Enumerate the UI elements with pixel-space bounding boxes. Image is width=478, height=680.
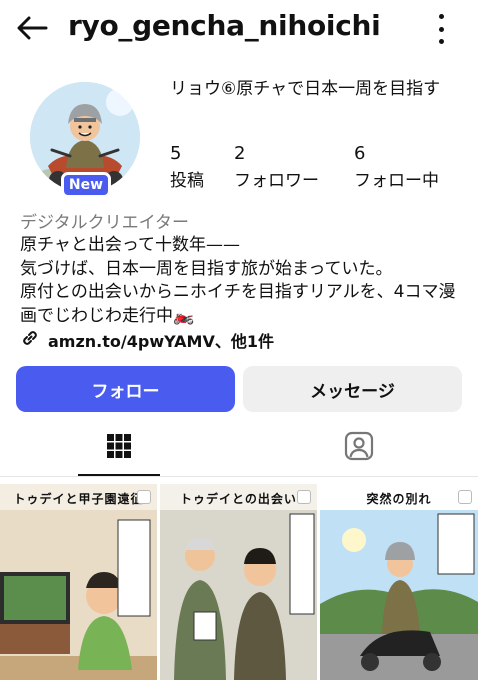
post-1-illustration <box>0 484 157 680</box>
stat-posts[interactable]: 5 投稿 <box>170 143 204 193</box>
stat-following-count: 6 <box>354 143 366 164</box>
grid-icon <box>106 433 132 463</box>
post-3-multi-icon <box>458 490 472 504</box>
tab-tagged[interactable] <box>318 420 400 476</box>
stat-posts-label: 投稿 <box>170 171 204 191</box>
profile-tabs <box>0 420 478 476</box>
post-1-title: トゥデイと甲子園遠征 <box>13 492 144 506</box>
post-3-title: 突然の別れ <box>366 492 432 506</box>
stat-following-label: フォロー中 <box>354 171 439 191</box>
profile-stats: 5 投稿 2 フォロワー 6 フォロー中 <box>170 143 470 195</box>
profile-link[interactable]: amzn.to/4pwYAMV、他1件 <box>20 328 274 352</box>
display-name: リョウ⑥原チャで日本一周を目指す <box>170 79 441 99</box>
stat-followers-count: 2 <box>234 143 246 164</box>
profile-username: ryo_gencha_nihoichi <box>68 9 381 42</box>
post-thumbnail-2[interactable]: トゥデイとの出会い <box>160 484 317 680</box>
post-2-title: トゥデイとの出会い <box>180 492 297 506</box>
more-options-icon[interactable] <box>436 14 446 44</box>
tabs-divider <box>0 476 478 477</box>
profile-bio: 原チャと出会って十数年—— 気づけば、日本一周を目指す旅が始まっていた。 原付と… <box>20 235 456 326</box>
stat-following[interactable]: 6 フォロー中 <box>354 143 439 193</box>
profile-link-text: amzn.to/4pwYAMV、他1件 <box>48 332 274 351</box>
new-badge: New <box>61 172 111 198</box>
post-3-illustration <box>320 484 478 680</box>
back-arrow-icon[interactable] <box>12 10 52 46</box>
post-thumbnail-3[interactable]: 突然の別れ <box>320 484 478 680</box>
stat-followers[interactable]: 2 フォロワー <box>234 143 319 193</box>
posts-grid: トゥデイと甲子園遠征 トゥデイとの出会い 突然の別れ <box>0 484 478 680</box>
profile-avatar[interactable]: New <box>30 82 140 198</box>
link-icon <box>20 328 40 352</box>
post-2-multi-icon <box>297 490 311 504</box>
message-button[interactable]: メッセージ <box>243 366 462 412</box>
post-2-illustration <box>160 484 317 680</box>
post-1-multi-icon <box>137 490 151 504</box>
top-bar: ryo_gencha_nihoichi <box>0 0 478 56</box>
profile-category: デジタルクリエイター <box>20 213 189 233</box>
stat-posts-count: 5 <box>170 143 182 164</box>
follow-button[interactable]: フォロー <box>16 366 235 412</box>
tagged-person-icon <box>344 431 374 465</box>
stat-followers-label: フォロワー <box>234 171 319 191</box>
post-thumbnail-1[interactable]: トゥデイと甲子園遠征 <box>0 484 157 680</box>
tab-posts-grid[interactable] <box>78 420 160 476</box>
